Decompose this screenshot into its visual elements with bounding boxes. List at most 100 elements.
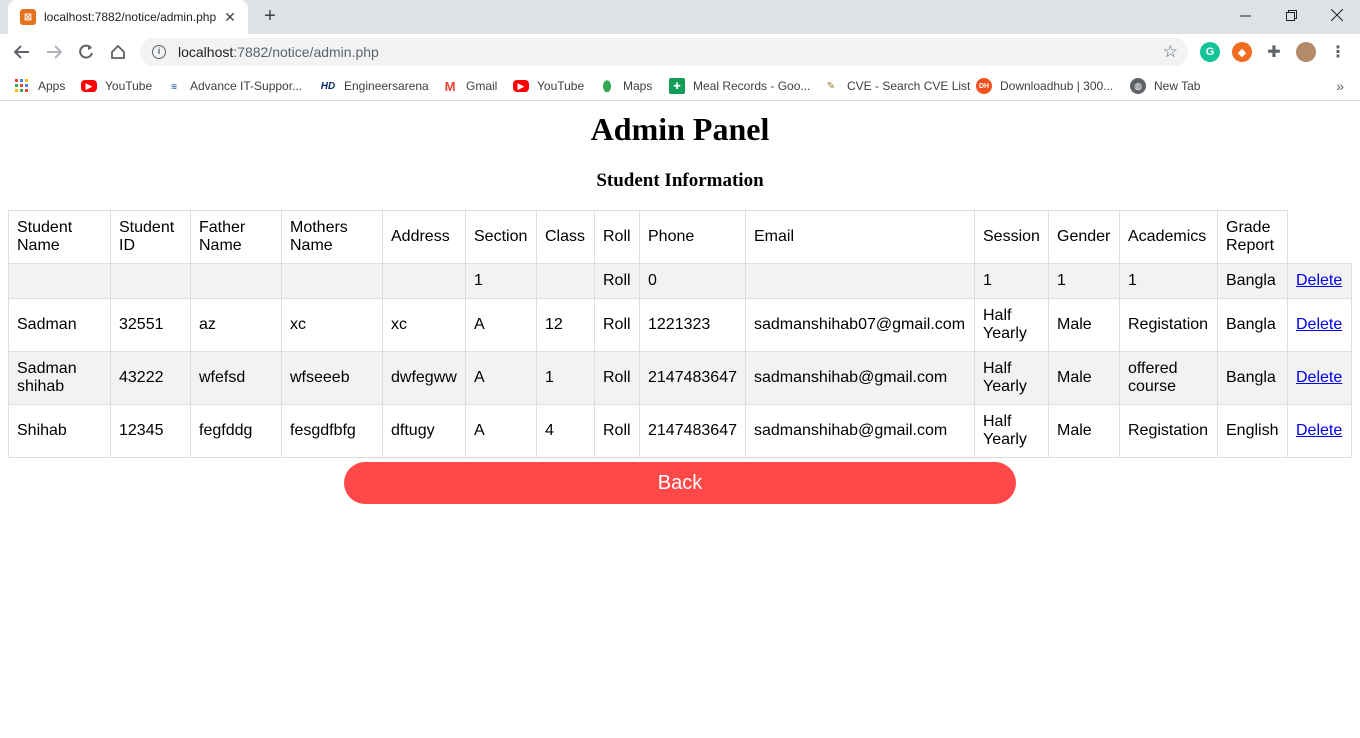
- minimize-icon[interactable]: [1222, 0, 1268, 30]
- grammarly-icon[interactable]: G: [1200, 42, 1220, 62]
- bookmark-label: Apps: [38, 79, 66, 93]
- restore-icon[interactable]: [1268, 0, 1314, 30]
- reload-icon[interactable]: [72, 38, 100, 66]
- cell-grade-report: English: [1217, 404, 1288, 458]
- tab-close-icon[interactable]: ✕: [222, 9, 238, 26]
- cell-section: A: [465, 404, 537, 458]
- delete-link[interactable]: Delete: [1296, 272, 1342, 289]
- table-row: 1 Roll 0 1 1 1 Bangla Delete: [8, 263, 1352, 299]
- cell-gender: Male: [1048, 298, 1120, 352]
- cell-grade-report: Bangla: [1217, 298, 1288, 352]
- header-student-id: Student ID: [110, 210, 191, 264]
- bookmark-label: YouTube: [537, 79, 585, 93]
- cell-roll: Roll: [594, 351, 640, 405]
- cell-section: 1: [465, 263, 537, 299]
- cell-student-name: Sadman shihab: [8, 351, 111, 405]
- cell-roll: Roll: [594, 298, 640, 352]
- cve-icon: ✎: [826, 80, 836, 92]
- cell-action: Delete: [1287, 404, 1352, 458]
- extensions-puzzle-icon[interactable]: ✚: [1264, 42, 1284, 62]
- more-bookmarks-icon[interactable]: »: [1336, 78, 1344, 94]
- cell-student-id: 43222: [110, 351, 191, 405]
- tab-strip: ⊠ localhost:7882/notice/admin.php ✕ +: [0, 0, 1360, 34]
- header-academics: Academics: [1119, 210, 1218, 264]
- bookmark-maps[interactable]: ⬮ Maps: [599, 76, 653, 96]
- page-subtitle: Student Information: [596, 170, 764, 191]
- table-row: Sadman 32551 az xc xc A 12 Roll 1221323 …: [8, 298, 1352, 352]
- cell-phone: 2147483647: [639, 404, 746, 458]
- forward-arrow-icon[interactable]: [40, 38, 68, 66]
- maps-icon: ⬮: [602, 77, 612, 94]
- bookmark-meal-records[interactable]: ✚ Meal Records - Goo...: [669, 76, 810, 96]
- bookmark-label: YouTube: [105, 79, 153, 93]
- hd-icon: HD: [320, 80, 336, 92]
- header-roll: Roll: [594, 210, 640, 264]
- bookmark-youtube-2[interactable]: ▶ YouTube: [513, 76, 584, 96]
- delete-link[interactable]: Delete: [1296, 422, 1342, 439]
- bookmark-apps[interactable]: Apps: [14, 76, 65, 96]
- bookmark-star-icon[interactable]: ☆: [1163, 42, 1178, 62]
- cell-gender: Male: [1048, 351, 1120, 405]
- header-actions-blank: [1287, 210, 1352, 264]
- table-row: Shihab 12345 fegfddg fesgdfbfg dftugy A …: [8, 404, 1352, 458]
- site-info-icon[interactable]: i: [152, 45, 166, 59]
- header-session: Session: [974, 210, 1049, 264]
- cell-mothers-name: [281, 263, 383, 299]
- extension-shield-icon[interactable]: ◆: [1232, 42, 1252, 62]
- cell-email: sadmanshihab@gmail.com: [745, 351, 975, 405]
- cell-class: 1: [536, 351, 595, 405]
- cell-phone: 2147483647: [639, 351, 746, 405]
- bookmark-downloadhub[interactable]: DH Downloadhub | 300...: [976, 76, 1113, 96]
- browser-toolbar: i localhost:7882/notice/admin.php ☆ G ◆ …: [0, 34, 1360, 70]
- bookmark-label: New Tab: [1154, 79, 1201, 93]
- header-email: Email: [745, 210, 975, 264]
- cell-session: 1: [974, 263, 1049, 299]
- bookmark-advance-it[interactable]: ≋ Advance IT-Suppor...: [166, 76, 302, 96]
- delete-link[interactable]: Delete: [1296, 316, 1342, 333]
- cell-action: Delete: [1287, 351, 1352, 405]
- cell-email: sadmanshihab@gmail.com: [745, 404, 975, 458]
- bookmark-label: Gmail: [466, 79, 498, 93]
- back-button[interactable]: Back: [344, 462, 1016, 504]
- bookmark-cve[interactable]: ✎ CVE - Search CVE List: [823, 76, 971, 96]
- sheets-icon: ✚: [669, 78, 685, 94]
- header-student-name: Student Name: [8, 210, 111, 264]
- cell-student-id: [110, 263, 191, 299]
- bookmark-label: Engineersarena: [344, 79, 429, 93]
- cell-gender: 1: [1048, 263, 1120, 299]
- header-father-name: Father Name: [190, 210, 282, 264]
- page-title: Admin Panel: [590, 111, 770, 147]
- bookmarks-bar: Apps ▶ YouTube ≋ Advance IT-Suppor... HD…: [0, 70, 1360, 101]
- page-content: Admin Panel Student Information Student …: [0, 102, 1360, 738]
- youtube-icon: ▶: [513, 80, 529, 92]
- browser-menu-icon[interactable]: ⋮: [1328, 42, 1348, 62]
- bookmark-label: CVE - Search CVE List: [847, 79, 971, 93]
- table-header-row: Student Name Student ID Father Name Moth…: [8, 210, 1352, 264]
- bookmark-new-tab[interactable]: ◍ New Tab: [1130, 76, 1200, 96]
- cell-father-name: az: [190, 298, 282, 352]
- profile-avatar[interactable]: [1296, 42, 1316, 62]
- globe-icon: ◍: [1130, 78, 1146, 94]
- home-icon[interactable]: [104, 38, 132, 66]
- gmail-icon: M: [444, 78, 456, 94]
- bookmark-label: Downloadhub | 300...: [1000, 79, 1114, 93]
- cell-grade-report: Bangla: [1217, 351, 1288, 405]
- back-arrow-icon[interactable]: [8, 38, 36, 66]
- delete-link[interactable]: Delete: [1296, 369, 1342, 386]
- cell-phone: 0: [639, 263, 746, 299]
- bookmark-engineersarena[interactable]: HD Engineersarena: [320, 76, 429, 96]
- downloadhub-icon: DH: [976, 78, 992, 94]
- student-table: Student Name Student ID Father Name Moth…: [8, 210, 1352, 458]
- browser-tab[interactable]: ⊠ localhost:7882/notice/admin.php ✕: [8, 0, 248, 34]
- cell-academics: 1: [1119, 263, 1218, 299]
- cell-section: A: [465, 298, 537, 352]
- new-tab-icon[interactable]: +: [258, 5, 282, 29]
- cell-academics: offered course: [1119, 351, 1218, 405]
- close-window-icon[interactable]: [1314, 0, 1360, 30]
- bookmark-gmail[interactable]: M Gmail: [442, 76, 498, 96]
- bookmark-youtube[interactable]: ▶ YouTube: [81, 76, 152, 96]
- address-bar[interactable]: i localhost:7882/notice/admin.php ☆: [140, 38, 1188, 66]
- cell-student-id: 32551: [110, 298, 191, 352]
- cell-address: dwfegww: [382, 351, 466, 405]
- apps-grid-icon: [14, 78, 30, 94]
